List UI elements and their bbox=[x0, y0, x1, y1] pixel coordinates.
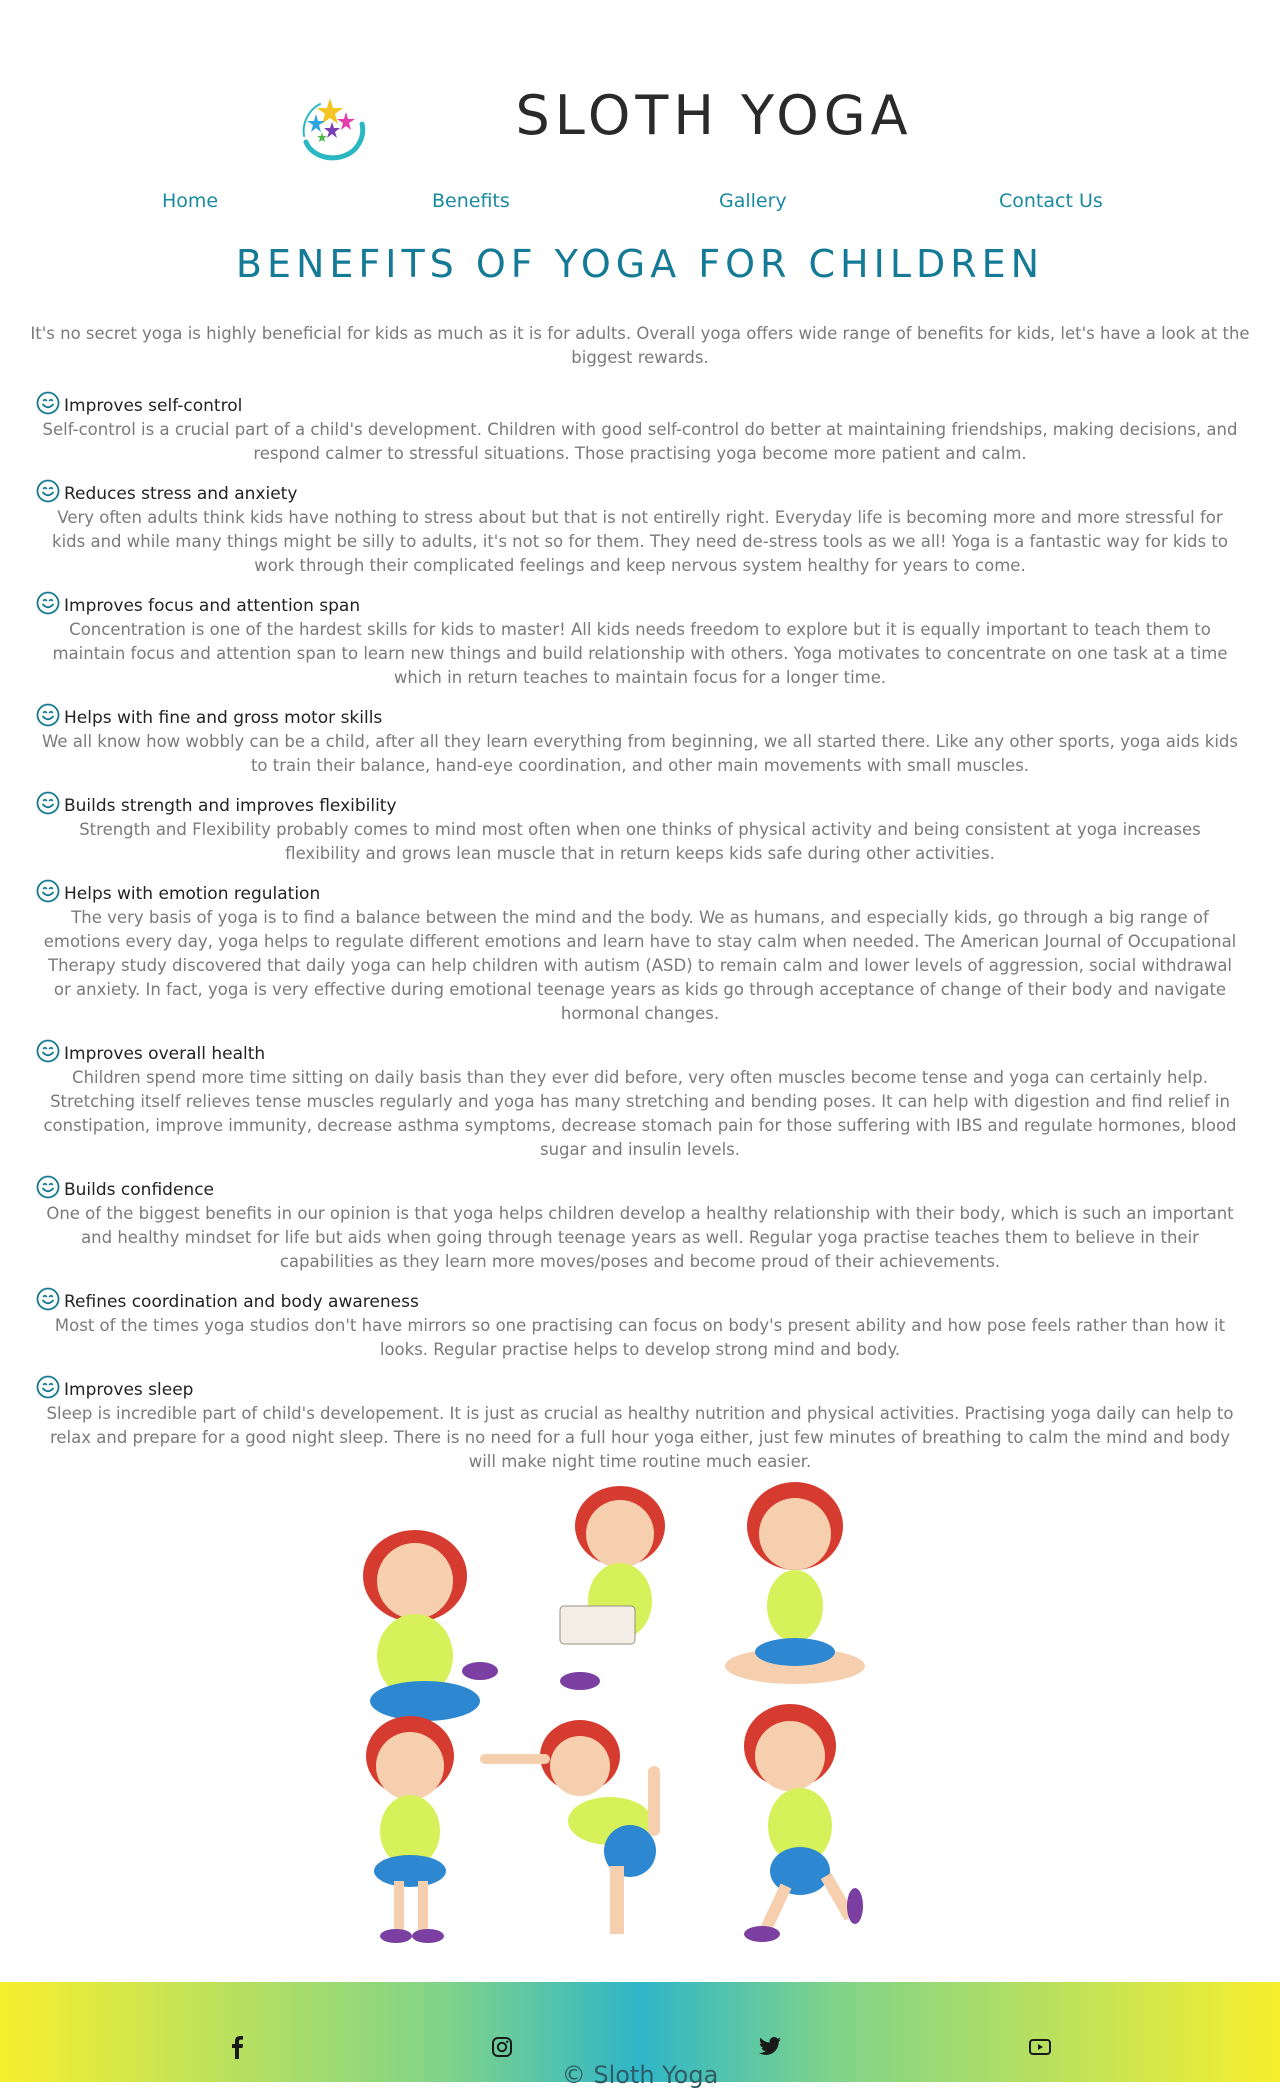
benefit-description: Sleep is incredible part of child's deve… bbox=[46, 1404, 1234, 1471]
girl-angry-figure bbox=[366, 1716, 454, 1943]
copyright-text: © Sloth Yoga bbox=[561, 2061, 719, 2089]
benefit-description: One of the biggest benefits in our opini… bbox=[46, 1204, 1234, 1271]
site-title: SLOTH YOGA bbox=[515, 84, 913, 147]
girl-reading-figure bbox=[559, 1486, 665, 1690]
site-header: SLOTH YOGA bbox=[0, 0, 1280, 170]
benefit-item: Refines coordination and body awareness M… bbox=[36, 1287, 1244, 1362]
smiley-icon bbox=[36, 591, 60, 615]
nav-item-contact-us[interactable]: Contact Us bbox=[999, 186, 1103, 216]
benefit-item: Helps with fine and gross motor skills We… bbox=[36, 703, 1244, 778]
page-title: BENEFITS OF YOGA FOR CHILDREN bbox=[235, 242, 1045, 286]
benefit-description: Concentration is one of the hardest skil… bbox=[52, 620, 1228, 687]
benefit-title: Refines coordination and body awareness bbox=[64, 1292, 419, 1312]
benefit-header: Builds strength and improves flexibility bbox=[36, 791, 1244, 820]
benefit-description: Very often adults think kids have nothin… bbox=[52, 508, 1228, 575]
benefit-title: Helps with emotion regulation bbox=[64, 884, 321, 904]
benefit-title: Improves self-control bbox=[64, 396, 243, 416]
benefit-title: Improves overall health bbox=[64, 1044, 266, 1064]
benefit-header: Helps with fine and gross motor skills bbox=[36, 703, 1244, 732]
benefit-item: Improves self-control Self-control is a c… bbox=[36, 391, 1244, 466]
benefit-description: Most of the times yoga studios don't hav… bbox=[54, 1316, 1226, 1359]
benefit-header: Helps with emotion regulation bbox=[36, 879, 1244, 908]
benefit-title: Reduces stress and anxiety bbox=[64, 484, 298, 504]
benefit-title: Improves sleep bbox=[64, 1380, 194, 1400]
benefit-header: Improves sleep bbox=[36, 1375, 1244, 1404]
girl-dancer-pose-figure bbox=[480, 1720, 660, 1934]
nav-item-benefits[interactable]: Benefits bbox=[432, 186, 510, 216]
benefit-item: Improves sleep Sleep is incredible part o… bbox=[36, 1375, 1244, 1474]
benefit-description: Self-control is a crucial part of a chil… bbox=[42, 420, 1238, 463]
benefit-item: Improves focus and attention span Concent… bbox=[36, 591, 1244, 690]
benefit-title: Helps with fine and gross motor skills bbox=[64, 708, 383, 728]
benefit-item: Builds strength and improves flexibility… bbox=[36, 791, 1244, 866]
benefit-header: Builds confidence bbox=[36, 1175, 1244, 1204]
smiley-icon bbox=[36, 479, 60, 503]
girl-crying-figure bbox=[363, 1530, 498, 1721]
twitter-icon[interactable] bbox=[757, 2034, 783, 2060]
smiley-icon bbox=[36, 1287, 60, 1311]
smiley-icon bbox=[36, 1175, 60, 1199]
benefit-description: Children spend more time sitting on dail… bbox=[43, 1068, 1237, 1159]
smiley-icon bbox=[36, 703, 60, 727]
facebook-icon[interactable] bbox=[224, 2034, 250, 2060]
nav-item-home[interactable]: Home bbox=[162, 186, 218, 216]
site-footer: © Sloth Yoga bbox=[0, 1982, 1280, 2089]
intro-text: It's no secret yoga is highly beneficial… bbox=[30, 324, 1250, 367]
benefit-header: Refines coordination and body awareness bbox=[36, 1287, 1244, 1316]
smiley-icon bbox=[36, 791, 60, 815]
girl-meditating-figure bbox=[725, 1482, 865, 1684]
benefits-list: Improves self-control Self-control is a c… bbox=[36, 391, 1244, 1488]
benefit-item: Reduces stress and anxiety Very often adu… bbox=[36, 479, 1244, 578]
benefit-item: Builds confidence One of the biggest bene… bbox=[36, 1175, 1244, 1274]
benefit-description: Strength and Flexibility probably comes … bbox=[79, 820, 1201, 863]
benefit-item: Improves overall health Children spend mo… bbox=[36, 1039, 1244, 1162]
benefit-item: Helps with emotion regulation The very ba… bbox=[36, 879, 1244, 1026]
benefit-header: Improves overall health bbox=[36, 1039, 1244, 1068]
main-nav: Home Benefits Gallery Contact Us bbox=[0, 186, 1280, 216]
benefit-title: Builds confidence bbox=[64, 1180, 214, 1200]
benefit-description: We all know how wobbly can be a child, a… bbox=[42, 732, 1238, 775]
instagram-icon[interactable] bbox=[489, 2034, 515, 2060]
smiley-icon bbox=[36, 879, 60, 903]
benefit-header: Improves self-control bbox=[36, 391, 1244, 420]
girl-running-figure bbox=[744, 1704, 863, 1942]
benefit-description: The very basis of yoga is to find a bala… bbox=[43, 908, 1237, 1023]
benefit-title: Builds strength and improves flexibility bbox=[64, 796, 397, 816]
smiley-icon bbox=[36, 391, 60, 415]
benefit-header: Reduces stress and anxiety bbox=[36, 479, 1244, 508]
benefit-header: Improves focus and attention span bbox=[36, 591, 1244, 620]
nav-item-gallery[interactable]: Gallery bbox=[719, 186, 787, 216]
benefit-title: Improves focus and attention span bbox=[64, 596, 361, 616]
youtube-icon[interactable] bbox=[1027, 2034, 1053, 2060]
smiley-icon bbox=[36, 1039, 60, 1063]
smiley-icon bbox=[36, 1375, 60, 1399]
girl-yoga-poses-illustration bbox=[363, 1482, 865, 1943]
